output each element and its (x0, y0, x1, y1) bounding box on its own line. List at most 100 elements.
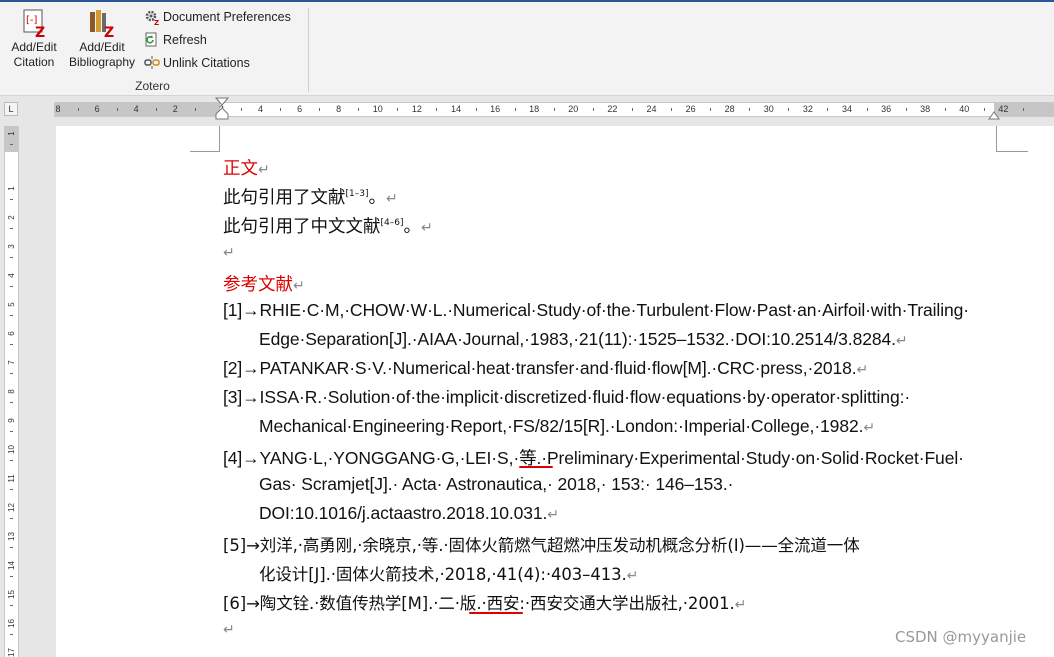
pilcrow: ↵ (856, 361, 869, 377)
zotero-group-label: Zotero (135, 79, 170, 93)
pilcrow: ↵ (385, 191, 398, 207)
ruler-number: 4 (257, 104, 264, 114)
refresh-label: Refresh (163, 33, 207, 47)
ruler-number: 6 (7, 331, 16, 336)
word-window: [-] Z Add/Edit Citation Z Add/Edit Bibli… (0, 0, 1054, 657)
citation-marker-2[interactable]: [4–6] (381, 218, 404, 228)
refresh-button[interactable]: Refresh (144, 31, 207, 49)
add-edit-citation-button[interactable]: [-] Z Add/Edit Citation (6, 8, 62, 70)
ruler-number: 2 (7, 215, 16, 220)
svg-text:Z: Z (154, 19, 159, 25)
ruler-tick (10, 344, 13, 345)
pilcrow: ↵ (258, 162, 270, 178)
reference-2-line-1: [2]→PATANKAR·S·V.·Numerical·heat·transfe… (223, 358, 868, 379)
reference-3-line-2: Mechanical·Engineering·Report,·FS/82/15[… (259, 416, 875, 437)
empty-paragraph-end: ↵ (223, 619, 235, 639)
reference-4-line-2: Gas· Scramjet[J].· Acta· Astronautica,· … (259, 474, 734, 494)
refresh-icon (145, 32, 157, 47)
ruler-tick (983, 108, 985, 111)
ruler-number: 16 (7, 619, 16, 628)
ruler-number: 8 (55, 104, 61, 114)
ruler-number: 11 (7, 474, 16, 483)
ruler-tick (10, 605, 13, 606)
reference-4-line-1: [4]→YANG·L,·YONGGANG·G,·LEI·S,·等.·Prelim… (223, 445, 964, 470)
pilcrow: ↵ (547, 506, 559, 522)
crop-mark-left (190, 126, 220, 152)
reference-4-etal: ·等. (513, 448, 542, 468)
reference-4-authors: [4]→YANG·L,·YONGGANG·G,·LEI·S, (223, 448, 514, 468)
ruler-number: 24 (646, 104, 657, 114)
add-edit-bibliography-button[interactable]: Z Add/Edit Bibliography (63, 8, 141, 70)
pilcrow: ↵ (863, 419, 875, 435)
ruler-number: 18 (529, 104, 540, 114)
vertical-ruler[interactable]: 1 1 2 3 4 5 6 7 8 9 10 11 12 13 14 15 16 17 (4, 126, 19, 657)
tab-selector[interactable]: L (4, 102, 18, 116)
pilcrow: ↵ (895, 332, 908, 348)
reference-6-authors: [6]→陶文铨.·数值传热学[M].· (223, 594, 439, 613)
indent-marker[interactable] (215, 97, 229, 125)
ruler-number: 40 (959, 104, 970, 114)
add-edit-bibliography-label-2: Bibliography (68, 55, 136, 69)
horizontal-ruler[interactable]: 8642246810121416182022242628303234363840… (54, 102, 1054, 117)
reference-3-line-1: [3]→ISSA·R.·Solution·of·the·implicit·dis… (223, 387, 911, 407)
ruler-number: 22 (607, 104, 618, 114)
ruler-tick (10, 576, 13, 577)
reference-5-line-1: [5]→刘洋,·高勇刚,·余晓京,·等.·固体火箭燃气超燃冲压发动机概念分析(Ⅰ… (223, 536, 860, 555)
ruler-number: 28 (724, 104, 735, 114)
ruler-tick (749, 108, 751, 111)
right-indent-marker[interactable] (988, 108, 1000, 120)
reference-1-text: Edge·Separation[J].·AIAA·Journal,·1983,·… (259, 329, 896, 349)
ruler-number: 10 (7, 445, 16, 454)
ruler-tick (436, 108, 438, 111)
ruler-tick (194, 108, 196, 111)
empty-paragraph: ↵ (223, 242, 235, 262)
reference-5-text: 化设计[J].·固体火箭技术,·2018,·41(4):·403–413. (259, 565, 627, 584)
heading-references: 参考文献↵ (223, 271, 305, 296)
ruler-tick (671, 108, 673, 111)
ruler-number: 6 (297, 104, 303, 114)
ruler-tick (1022, 108, 1024, 111)
document-preferences-button[interactable]: Z Document Preferences (144, 8, 291, 26)
ruler-number: 34 (841, 104, 853, 114)
unlink-citations-button[interactable]: Unlink Citations (144, 54, 250, 72)
ruler-tick (116, 108, 118, 111)
ruler-tick (10, 144, 13, 145)
pilcrow: ↵ (293, 278, 305, 294)
ruler-tick (10, 286, 13, 287)
ruler-number: 20 (568, 104, 579, 114)
ruler-tick (240, 108, 242, 111)
heading-references-text: 参考文献 (223, 275, 293, 295)
svg-text:Z: Z (104, 25, 114, 38)
reference-1-line-2: Edge·Separation[J].·AIAA·Journal,·1983,·… (259, 329, 908, 350)
ruler-tick (10, 373, 13, 374)
ruler-tick (358, 108, 360, 111)
sentence-1-text: 此句引用了文献 (223, 188, 346, 208)
ruler-tick (280, 108, 282, 111)
ruler-number: 1 (7, 186, 16, 191)
ruler-number: 7 (7, 360, 16, 365)
ruler-tick (10, 460, 13, 461)
document-preferences-label: Document Preferences (163, 10, 291, 24)
unlink-icon (144, 56, 160, 69)
ruler-number: 13 (7, 532, 16, 541)
ruler-tick (592, 108, 594, 111)
ruler-number: 12 (7, 503, 16, 512)
pilcrow: ↵ (420, 220, 433, 236)
pilcrow: ↵ (223, 245, 235, 261)
ruler-tick (827, 108, 829, 111)
ruler-tick (944, 108, 946, 111)
ruler-tick (77, 108, 79, 111)
ruler-number: 12 (411, 104, 422, 114)
ruler-number: 4 (7, 273, 16, 278)
ruler-number: 8 (336, 104, 342, 114)
ruler-tick (10, 518, 13, 519)
ruler-number: 26 (685, 104, 696, 114)
ruler-number: 14 (7, 561, 16, 570)
sentence-2-end: 。 (403, 217, 421, 237)
ruler-number: 1 (7, 131, 16, 136)
bibliography-icon: Z (90, 10, 114, 38)
ruler-tick (155, 108, 157, 111)
ruler-tick (10, 228, 13, 229)
ruler-tick (788, 108, 790, 111)
citation-marker-1[interactable]: [1–3] (346, 189, 369, 199)
